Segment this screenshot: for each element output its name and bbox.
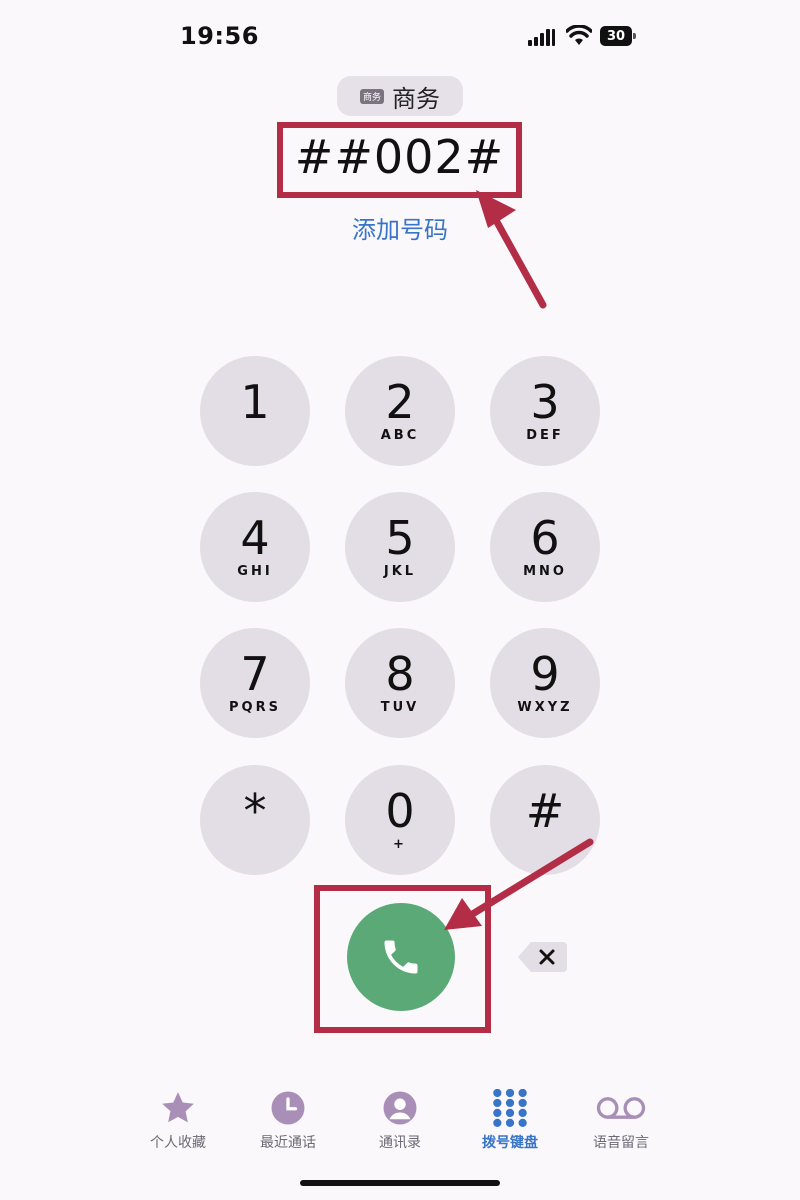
tab-label: 最近通话 xyxy=(260,1135,316,1151)
key-letters: PQRS xyxy=(229,700,281,715)
battery-icon: 30 xyxy=(600,26,636,46)
key-digit: 0 xyxy=(385,784,415,838)
key-5[interactable]: 5 JKL xyxy=(345,492,455,602)
key-digit: 5 xyxy=(385,511,415,565)
key-4[interactable]: 4 GHI xyxy=(200,492,310,602)
tab-label: 个人收藏 xyxy=(150,1135,206,1151)
key-digit: 6 xyxy=(530,511,560,565)
add-number-link[interactable]: 添加号码 xyxy=(300,210,500,245)
key-digit: 4 xyxy=(240,511,270,565)
keypad-icon xyxy=(455,1088,565,1128)
line-tag: 商务 xyxy=(359,88,384,104)
key-9[interactable]: 9 WXYZ xyxy=(490,628,600,738)
tab-keypad[interactable]: 拨号键盘 xyxy=(455,1088,565,1152)
key-pound[interactable]: # xyxy=(490,765,600,875)
clock-icon xyxy=(233,1088,343,1128)
wifi-icon xyxy=(566,25,592,45)
phone-icon xyxy=(384,940,418,974)
key-2[interactable]: 2 ABC xyxy=(345,356,455,466)
key-digit: 9 xyxy=(530,647,560,701)
key-letters: JKL xyxy=(383,564,417,579)
line-selector[interactable]: 商务 商务 xyxy=(337,76,463,116)
key-letters: GHI xyxy=(237,564,273,579)
key-digit: # xyxy=(525,784,565,838)
status-time: 19:56 xyxy=(180,22,259,50)
key-0[interactable]: 0 + xyxy=(345,765,455,875)
key-digit: 1 xyxy=(240,375,270,429)
key-letters: WXYZ xyxy=(517,700,573,715)
tab-voicemail[interactable]: 语音留言 xyxy=(566,1088,676,1152)
key-letters: DEF xyxy=(526,428,564,443)
key-letters: MNO xyxy=(523,564,567,579)
line-name: 商务 xyxy=(392,84,440,113)
key-letters: TUV xyxy=(380,700,420,715)
tab-recents[interactable]: 最近通话 xyxy=(233,1088,343,1152)
key-digit: 8 xyxy=(385,647,415,701)
key-star[interactable]: * xyxy=(200,765,310,875)
tab-label: 语音留言 xyxy=(593,1135,649,1151)
dialed-number: ##002# xyxy=(294,130,505,184)
call-button[interactable] xyxy=(347,903,455,1011)
cellular-signal-icon xyxy=(528,28,556,46)
star-icon xyxy=(123,1088,233,1128)
key-digit: 2 xyxy=(385,375,415,429)
key-letters: ABC xyxy=(380,428,420,443)
key-7[interactable]: 7 PQRS xyxy=(200,628,310,738)
key-letters: + xyxy=(393,837,407,852)
tab-contacts[interactable]: 通讯录 xyxy=(345,1088,455,1152)
contact-icon xyxy=(345,1088,455,1128)
battery-level: 30 xyxy=(606,28,626,44)
key-digit: * xyxy=(243,784,267,838)
voicemail-icon xyxy=(566,1088,676,1128)
key-6[interactable]: 6 MNO xyxy=(490,492,600,602)
key-digit: 3 xyxy=(530,375,560,429)
tab-label: 拨号键盘 xyxy=(482,1135,538,1151)
delete-icon[interactable] xyxy=(517,940,567,974)
tab-label: 通讯录 xyxy=(379,1135,421,1151)
tab-favorites[interactable]: 个人收藏 xyxy=(123,1088,233,1152)
key-digit: 7 xyxy=(240,647,270,701)
key-3[interactable]: 3 DEF xyxy=(490,356,600,466)
key-8[interactable]: 8 TUV xyxy=(345,628,455,738)
key-1[interactable]: 1 xyxy=(200,356,310,466)
home-indicator[interactable] xyxy=(300,1180,500,1186)
